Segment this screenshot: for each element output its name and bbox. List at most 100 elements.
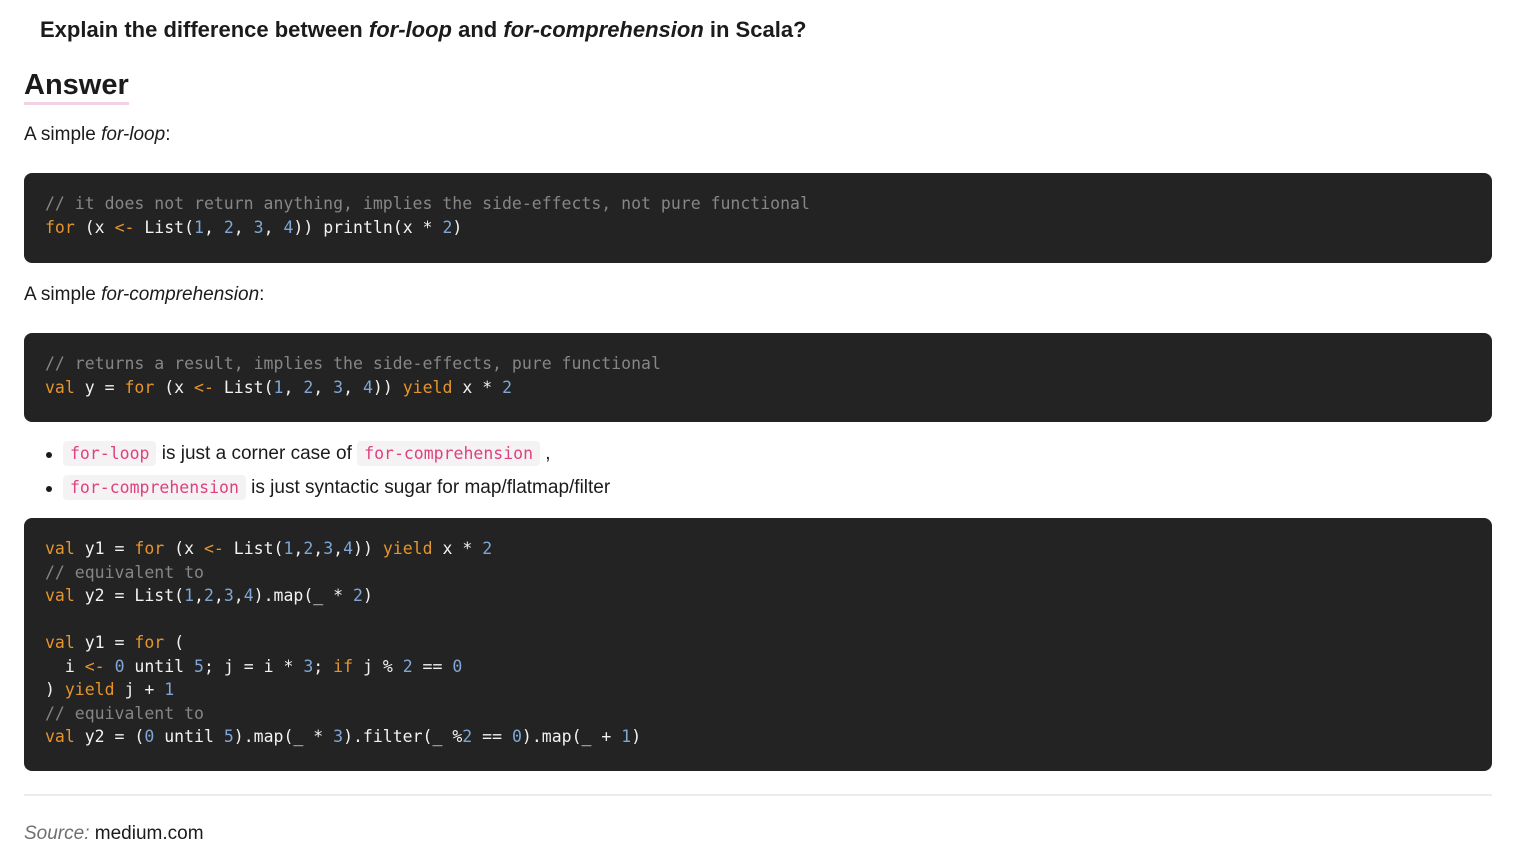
code-number: 1 [621, 727, 632, 746]
code-text: List( [223, 539, 284, 558]
question-prefix: Explain the difference between [40, 17, 369, 42]
code-line: // it does not return anything, implies … [45, 192, 1471, 216]
code-text: == [472, 727, 512, 746]
question-term-for-comprehension: for-comprehension [503, 17, 704, 42]
code-text: (x [74, 217, 115, 237]
code-number: 4 [283, 217, 294, 237]
code-number: 2 [303, 539, 314, 558]
code-comment: // equivalent to [45, 703, 204, 723]
code-text: , [313, 539, 324, 558]
code-keyword: for [134, 539, 165, 558]
code-text: ) [45, 680, 65, 699]
inline-code: for-loop [63, 441, 157, 466]
intro-suffix: : [165, 124, 171, 145]
code-text: List( [134, 217, 195, 237]
code-keyword: if [333, 656, 354, 676]
bullet-text: , [540, 443, 551, 464]
code-text: j + [114, 680, 165, 699]
code-text: ; j = i * [203, 656, 304, 676]
code-number: 5 [194, 656, 204, 676]
intro-prefix: A simple [24, 124, 102, 145]
code-keyword: for [124, 377, 155, 397]
code-line: val y1 = for ( [45, 631, 1471, 655]
code-text: , [343, 377, 363, 397]
code-text: , [233, 586, 244, 605]
code-line: for (x <- List(1, 2, 3, 4)) println(x * … [45, 216, 1471, 240]
code-number: 1 [184, 586, 195, 605]
code-text: (x [164, 539, 204, 558]
code-number: 3 [333, 727, 344, 746]
code-number: 3 [323, 539, 334, 558]
inline-code: for-comprehension [63, 475, 246, 500]
answer-heading: Answer [24, 68, 129, 105]
code-text: y2 = ( [74, 727, 145, 746]
question-term-for-loop: for-loop [368, 17, 452, 42]
source-line: Source: medium.com [24, 820, 1492, 848]
code-text: x * [452, 377, 503, 397]
code-line: // equivalent to [45, 561, 1471, 585]
code-number: 2 [462, 727, 473, 746]
code-text: , [194, 586, 204, 605]
code-number: 3 [223, 586, 234, 605]
code-text: (x [154, 377, 195, 397]
question-suffix: in Scala? [703, 17, 807, 42]
code-text: List( [213, 377, 274, 397]
bullet-text: is just syntactic sugar for map/flatmap/… [245, 477, 611, 498]
article: Explain the difference between for-loop … [24, 0, 1492, 848]
code-text: )) println(x * [293, 217, 443, 237]
code-keyword: val [45, 586, 75, 605]
source-label: Source: [24, 823, 90, 844]
code-line: val y2 = (0 until 5).map(_ * 3).filter(_… [45, 725, 1471, 749]
code-line: val y1 = for (x <- List(1,2,3,4)) yield … [45, 537, 1471, 561]
code-text: j % [353, 656, 403, 676]
source-value: medium.com [94, 823, 204, 844]
code-text: )) [372, 377, 403, 397]
code-number: 1 [273, 377, 284, 397]
question-title: Explain the difference between for-loop … [40, 14, 1492, 46]
code-number: 3 [253, 217, 264, 237]
code-text: ; [313, 656, 334, 676]
code-number: 1 [194, 217, 204, 237]
code-text: , [283, 377, 304, 397]
code-comment: // returns a result, implies the side-ef… [45, 354, 661, 373]
code-keyword: yield [382, 539, 433, 558]
bullet-dot [46, 486, 52, 492]
code-keyword: val [45, 727, 75, 746]
code-number: 1 [164, 680, 175, 699]
code-number: 3 [303, 656, 314, 676]
code-text: , [213, 586, 224, 605]
code-number: 4 [343, 539, 354, 558]
code-keyword: <- [114, 217, 135, 237]
intro-prefix: A simple [24, 284, 102, 305]
code-text: y1 = [74, 539, 135, 558]
code-block-for-comprehension: // returns a result, implies the side-ef… [24, 333, 1492, 422]
code-number: 3 [333, 377, 344, 397]
code-text: == [412, 656, 453, 676]
intro-suffix: : [259, 284, 265, 305]
code-number: 0 [452, 656, 463, 676]
code-block-for-loop: // it does not return anything, implies … [24, 173, 1492, 263]
list-item: for-loop is just a corner case of for-co… [46, 440, 1492, 468]
code-text: until [124, 656, 195, 676]
code-number: 2 [402, 656, 413, 676]
code-block-desugaring: val y1 = for (x <- List(1,2,3,4)) yield … [24, 518, 1492, 771]
bullet-text: is just a corner case of [156, 443, 358, 464]
code-text: y1 = [74, 633, 135, 652]
code-text: ).map(_ * [253, 586, 353, 605]
code-text: x * [432, 539, 483, 558]
for-loop-intro: A simple for-loop: [24, 121, 1492, 149]
code-text: ( [164, 633, 185, 652]
code-number: 0 [511, 727, 522, 746]
code-keyword: val [45, 377, 75, 397]
code-number: 1 [283, 539, 294, 558]
code-keyword: <- [84, 656, 105, 676]
for-comprehension-intro: A simple for-comprehension: [24, 281, 1492, 309]
code-comment: // it does not return anything, implies … [45, 194, 810, 213]
code-keyword: val [45, 633, 75, 652]
code-text: ).filter(_ % [343, 727, 463, 746]
code-keyword: yield [64, 680, 115, 699]
code-line: ) yield j + 1 [45, 678, 1471, 702]
question-middle: and [451, 17, 504, 42]
